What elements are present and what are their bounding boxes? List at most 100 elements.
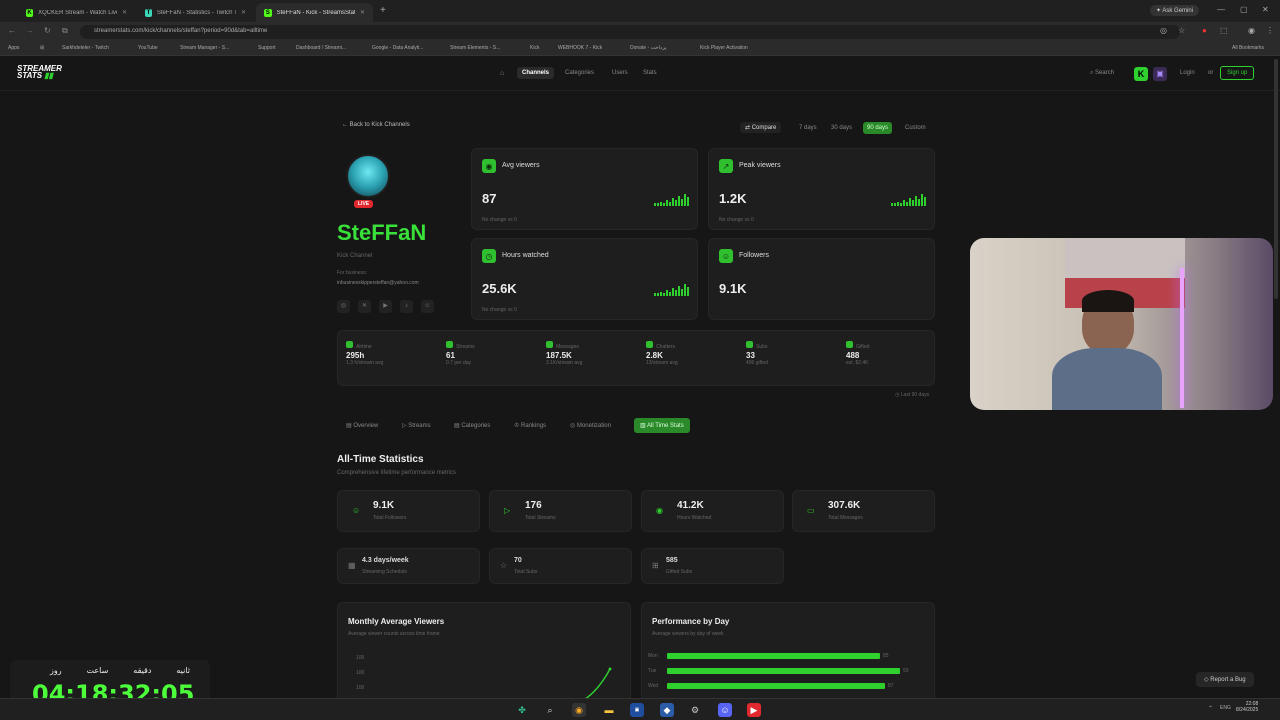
maximize-icon[interactable]: ▢ (1240, 5, 1248, 14)
youtube-icon[interactable]: ▶ (379, 300, 392, 313)
bookmark[interactable]: WEBHOOK 7 - Kick (558, 45, 602, 51)
tab-overview[interactable]: ▤ Overview (340, 418, 384, 433)
bookmark[interactable]: YouTube (138, 45, 158, 51)
bookmark[interactable]: Kick Player Activation (700, 45, 748, 51)
bookmark[interactable]: Donate - پرداخت (630, 45, 666, 51)
discord-icon[interactable]: ☺ (718, 703, 732, 717)
twitch-platform-icon[interactable]: ▣ (1153, 67, 1167, 81)
period-custom[interactable]: Custom (901, 122, 930, 134)
bookmark[interactable]: Stream Elements - S... (450, 45, 500, 51)
close-icon[interactable]: ✕ (122, 9, 127, 16)
back-icon[interactable]: ← (8, 26, 16, 35)
menu-icon[interactable]: ⋮ (1266, 26, 1274, 35)
scrollbar[interactable] (1274, 59, 1278, 299)
back-link[interactable]: ← Back to Kick Channels (342, 122, 410, 128)
browser-tab[interactable]: T SteFFaN - Statistics - Twitch Track ✕ (137, 3, 254, 22)
bookmark[interactable]: Sarkhdeteler - Twitch (62, 45, 109, 51)
close-window-icon[interactable]: ✕ (1262, 5, 1269, 14)
kpi-card-followers: ☺ Followers 9.1K (708, 238, 935, 320)
browser-tab-active[interactable]: S SteFFaN - Kick - StreamsStats ✕ (256, 3, 373, 22)
search-icon[interactable]: ⌕ (543, 703, 557, 717)
report-bug-button[interactable]: ◇ Report a Bug (1196, 672, 1254, 687)
period-7d[interactable]: 7 days (795, 122, 821, 134)
star-icon[interactable]: ☆ (1178, 26, 1185, 35)
nav-categories[interactable]: Categories (565, 70, 594, 76)
compare-button[interactable]: ⇄ Compare (740, 122, 782, 133)
minimize-icon[interactable]: — (1217, 5, 1225, 14)
site-logo[interactable]: STREAMER STATS ▮▮ (17, 65, 62, 80)
light-strip (1180, 268, 1184, 408)
signup-button[interactable]: Sign up (1220, 66, 1255, 80)
tray-chevron-icon[interactable]: ⌃ (1208, 705, 1213, 712)
day-value: 93 (903, 668, 909, 674)
login-link[interactable]: Login (1180, 70, 1195, 76)
close-icon[interactable]: ✕ (241, 9, 246, 16)
play-icon: ▷ (504, 506, 511, 515)
chrome-icon[interactable]: ◉ (572, 703, 586, 717)
stat-label: Total Messages (828, 515, 863, 521)
avatar[interactable] (346, 154, 390, 198)
bookmark[interactable]: Google - Data Analyti... (372, 45, 423, 51)
url-input[interactable]: streamerstats.com/kick/channels/steffan?… (80, 25, 1180, 39)
tab-streams[interactable]: ▷ Streams (396, 418, 437, 433)
new-tab-button[interactable]: + (380, 5, 386, 16)
stat-value: 585 (666, 557, 678, 564)
kick-platform-icon[interactable]: K (1134, 67, 1148, 81)
stat-value: 70 (514, 557, 522, 564)
kpi-card-peak-viewers: ↗ Peak viewers 1.2K No change vs 0 (708, 148, 935, 230)
tab-all-time-stats[interactable]: ▥ All Time Stats (634, 418, 690, 433)
discord-icon[interactable]: ☺ (421, 300, 434, 313)
close-icon[interactable]: ✕ (360, 9, 365, 16)
nav-users[interactable]: Users (612, 70, 628, 76)
period-note: ◷ Last 90 days (895, 392, 930, 398)
stat-card-followers: ☺ 9.1K Total Followers (337, 490, 480, 532)
bookmark[interactable]: Apps (8, 45, 19, 51)
bookmark[interactable]: Stream Manager - S... (180, 45, 229, 51)
webcam-overlay (970, 238, 1273, 410)
nav-stats[interactable]: Stats (643, 70, 657, 76)
ask-gemini-button[interactable]: ✦ Ask Gemini (1150, 5, 1200, 16)
period-90d[interactable]: 90 days (863, 122, 893, 134)
tab-monetization[interactable]: ◎ Monetization (564, 418, 617, 433)
tiktok-icon[interactable]: ♪ (400, 300, 413, 313)
person-shirt (1052, 348, 1162, 410)
mini-stat-label: Airtime (356, 344, 372, 350)
kpi-value: 1.2K (719, 191, 747, 206)
language-indicator[interactable]: ENG (1220, 705, 1231, 711)
nav-channels[interactable]: Channels (517, 67, 555, 79)
period-30d[interactable]: 30 days (827, 122, 856, 134)
browser-tab[interactable]: K XQCKER Stream - Watch Live on ✕ (18, 3, 135, 22)
tab-search-icon[interactable]: ⧉ (62, 26, 68, 36)
twitter-icon[interactable]: ✕ (358, 300, 371, 313)
steam-icon[interactable]: ⚙ (688, 703, 702, 717)
mini-stat-value: 2.8K (646, 351, 663, 360)
profile-icon[interactable]: ◉ (1248, 26, 1255, 35)
kpi-value: 87 (482, 191, 497, 206)
bookmark[interactable]: Dashboard / Streami... (296, 45, 346, 51)
all-bookmarks[interactable]: All Bookmarks (1232, 45, 1264, 51)
bookmark[interactable]: Kick (530, 45, 539, 51)
mini-stat: Subs 33 406 gifted (746, 339, 768, 366)
instagram-icon[interactable]: ◎ (337, 300, 350, 313)
system-clock[interactable]: 22:08 8/24/2025 (1236, 701, 1258, 713)
file-explorer-icon[interactable]: ▬ (602, 703, 616, 717)
bookmark[interactable]: Support (258, 45, 276, 51)
timer-label-days: روز (50, 666, 62, 675)
eye-off-icon[interactable]: ◎ (1160, 26, 1167, 35)
media-icon[interactable]: ▶ (747, 703, 761, 717)
forward-icon[interactable]: → (26, 26, 34, 35)
tab-rankings[interactable]: ♔ Rankings (508, 418, 552, 433)
extension-icon[interactable]: ● (1202, 26, 1207, 35)
mini-stat-value: 33 (746, 351, 755, 360)
stat-card-schedule: ▦ 4.3 days/week Streaming Schedule (337, 548, 480, 584)
app-icon[interactable]: ▣ (630, 703, 644, 717)
search-button[interactable]: ⌕ Search (1090, 70, 1114, 77)
or-text: or (1208, 70, 1214, 76)
widgets-icon[interactable]: ✤ (515, 703, 529, 717)
app-icon[interactable]: ◆ (660, 703, 674, 717)
home-icon[interactable]: ⌂ (500, 70, 504, 77)
tab-categories[interactable]: ▤ Categories (448, 418, 496, 433)
reload-icon[interactable]: ↻ (44, 26, 51, 35)
extensions-icon[interactable]: ⬚ (1220, 26, 1228, 35)
apps-grid-icon[interactable]: ⊞ (40, 45, 44, 51)
